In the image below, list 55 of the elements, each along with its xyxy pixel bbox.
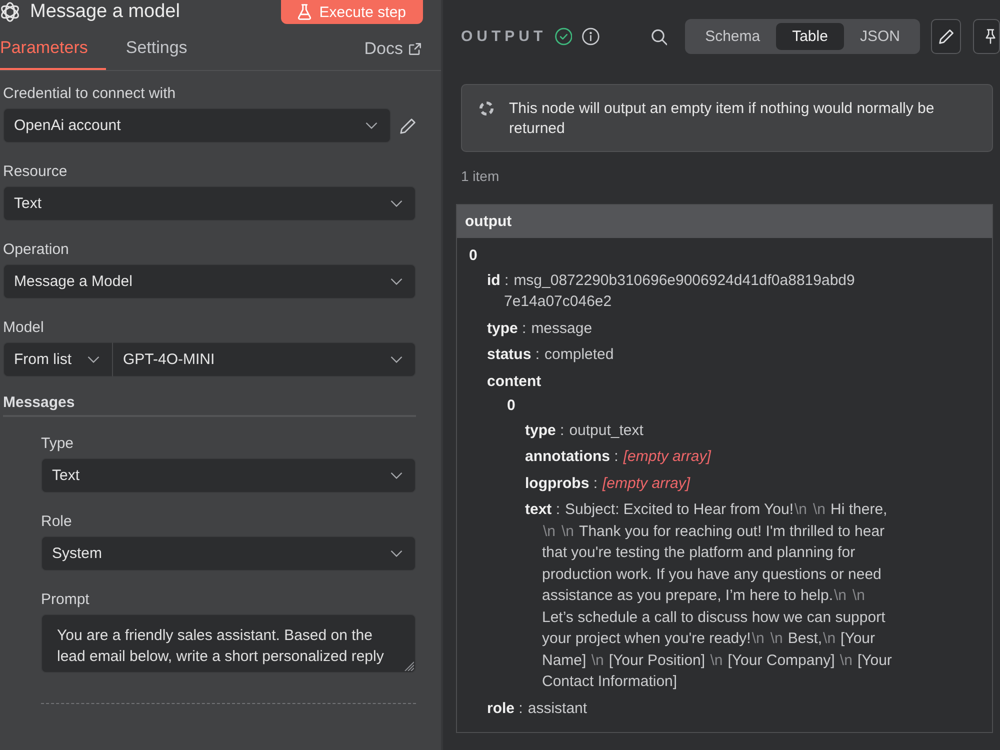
field-label: Role — [41, 513, 72, 530]
prompt-field[interactable]: You are a friendly sales assistant. Based on the lead email below, write a short personalized reply — [41, 614, 416, 673]
view-tab[interactable]: Table — [776, 23, 844, 50]
field-entry: annotations : [empty array] — [525, 447, 711, 467]
dropdown[interactable]: Text — [41, 458, 416, 493]
field-label: Type — [41, 435, 74, 452]
search-icon[interactable] — [650, 28, 668, 46]
chevron-down-icon — [365, 122, 378, 129]
row-index: 0 — [469, 247, 478, 264]
panel-title: OUTPUT — [461, 28, 547, 45]
field-entry: status : completed — [487, 345, 614, 365]
field-label: Credential to connect with — [3, 85, 176, 102]
check-circle-icon — [554, 27, 572, 46]
chevron-down-icon — [390, 200, 403, 207]
external-link-icon — [409, 43, 421, 55]
field-entry: role : assistant — [487, 698, 588, 718]
chevron-down-icon — [390, 550, 403, 557]
section-title: Messages — [3, 394, 75, 411]
chevron-down-icon — [390, 278, 403, 285]
flask-icon — [298, 4, 312, 20]
dropdown[interactable]: System — [41, 536, 416, 571]
field-key: content — [487, 372, 542, 390]
field-entry: type : message — [487, 318, 592, 338]
resize-handle-icon[interactable] — [404, 661, 414, 671]
atom-icon — [0, 2, 20, 22]
mode-dropdown[interactable]: From list — [3, 342, 113, 377]
chevron-down-icon — [87, 356, 100, 363]
field-entry: type : output_text — [525, 420, 644, 440]
node-title: Message a model — [30, 1, 180, 23]
pencil-icon[interactable] — [400, 118, 416, 134]
dropdown[interactable]: GPT-4O-MINI — [113, 342, 416, 377]
field-label: Resource — [3, 163, 68, 180]
tab[interactable]: Parameters — [0, 28, 106, 70]
dashed-circle-icon — [479, 101, 494, 116]
dropdown[interactable]: OpenAi account — [3, 108, 391, 143]
docs-link[interactable]: Docs — [364, 28, 421, 70]
view-tab[interactable]: Schema — [689, 23, 776, 50]
field-label: Model — [3, 319, 44, 336]
view-tab[interactable]: JSON — [844, 23, 916, 50]
dropdown[interactable]: Message a Model — [3, 264, 416, 299]
info-icon[interactable] — [582, 27, 600, 46]
chevron-down-icon — [390, 356, 403, 363]
field-entry: logprobs : [empty array] — [525, 474, 690, 494]
field-label: Prompt — [41, 591, 90, 608]
row-index: 0 — [507, 397, 516, 414]
edit-button[interactable] — [930, 19, 962, 54]
column-header: output — [457, 205, 992, 238]
chevron-down-icon — [390, 472, 403, 479]
notice-text: This node will output an empty item if nothing would normally be returned — [509, 99, 936, 138]
pin-button[interactable] — [973, 19, 1000, 54]
pencil-icon — [938, 29, 954, 44]
dropdown[interactable]: Text — [3, 186, 416, 221]
tab[interactable]: Settings — [126, 28, 206, 70]
item-count: 1 item — [461, 168, 500, 184]
field-label: Operation — [3, 241, 69, 258]
